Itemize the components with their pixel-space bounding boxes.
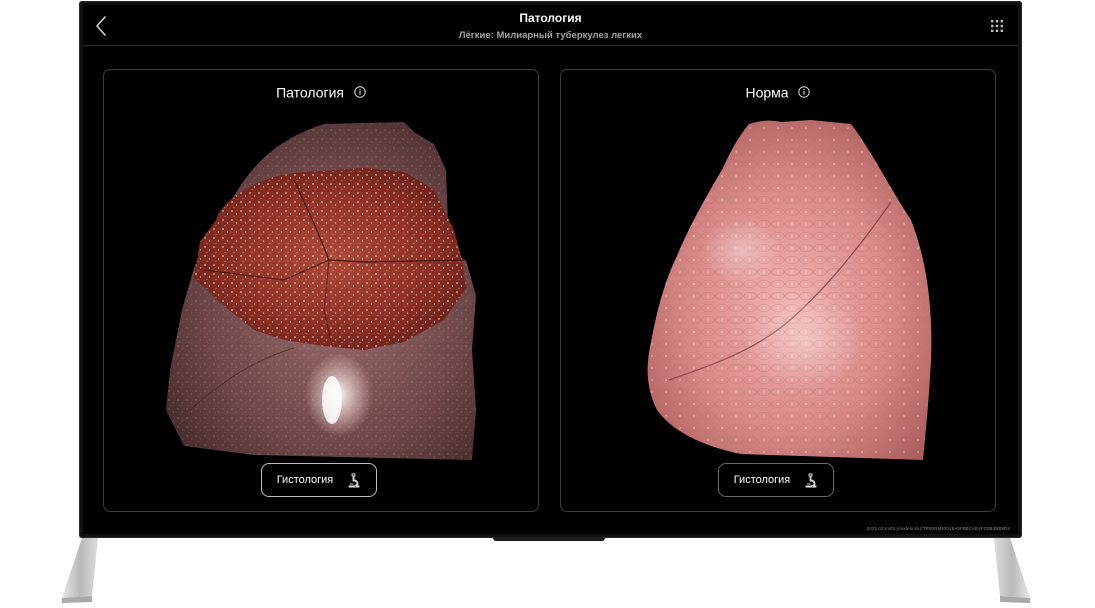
page-title: Патология [519, 11, 582, 25]
histology-button-label: Гистология [276, 474, 334, 486]
tv-stand-tab [493, 537, 605, 541]
app-screen: Патология Лёгкие: Милиарный туберкулез л… [83, 5, 1018, 534]
pathology-lung-model[interactable] [104, 110, 538, 460]
histology-button[interactable]: Гистология [261, 463, 377, 497]
panel-heading: Норма [561, 82, 995, 101]
tv-stand-right [994, 538, 1030, 603]
tv-stand-left [62, 538, 98, 603]
microscope-icon [805, 473, 817, 488]
panel-title: Норма [745, 84, 789, 101]
histology-button-label: Гистология [733, 474, 791, 486]
panel-heading: Патология [104, 82, 538, 101]
tv-bezel: Патология Лёгкие: Милиарный туберкулез л… [79, 1, 1022, 538]
build-code: 2021.03.mi03 (models 81)/TR00RM92019A5F8… [866, 526, 1010, 531]
info-icon[interactable] [354, 86, 366, 98]
histology-button[interactable]: Гистология [718, 463, 834, 497]
normal-panel: Норма Гистология [560, 69, 996, 512]
normal-lung-model[interactable] [561, 110, 995, 460]
title-block: Патология Лёгкие: Милиарный туберкулез л… [83, 10, 1018, 43]
microscope-icon [348, 473, 360, 488]
info-icon[interactable] [798, 86, 811, 98]
pathology-panel: Патология Гистология [103, 69, 539, 512]
top-bar: Патология Лёгкие: Милиарный туберкулез л… [83, 5, 1018, 46]
device-mockup: Патология Лёгкие: Милиарный туберкулез л… [0, 0, 1095, 608]
grid-menu-icon[interactable] [990, 19, 1004, 33]
page-subtitle: Лёгкие: Милиарный туберкулез легких [458, 30, 643, 41]
panel-title: Патология [276, 84, 344, 101]
